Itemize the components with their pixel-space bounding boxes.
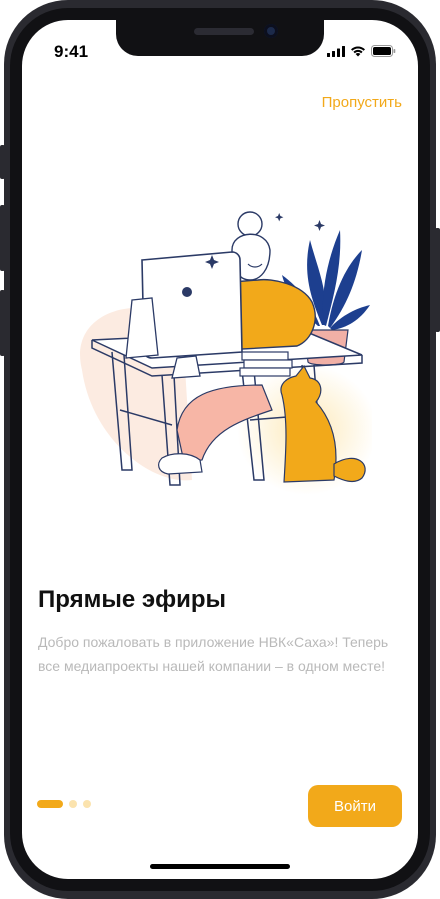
skip-button[interactable]: Пропустить <box>322 94 402 111</box>
front-camera <box>264 24 278 38</box>
notch <box>116 20 324 56</box>
wifi-icon <box>351 46 365 57</box>
power-button <box>435 228 440 332</box>
page-indicator <box>37 800 91 808</box>
volume-down-button <box>0 290 5 356</box>
signal-icon <box>327 45 345 57</box>
home-indicator[interactable] <box>150 864 290 869</box>
page-title: Прямые эфиры <box>38 586 227 613</box>
page-dot-3[interactable] <box>83 800 91 808</box>
battery-icon <box>371 45 396 57</box>
mute-switch <box>0 145 5 179</box>
page-dot-1[interactable] <box>37 800 63 808</box>
screen: 9:41 Пропустить Прямые эфиры Добро пожал… <box>22 20 418 879</box>
speaker-grille <box>194 28 254 35</box>
page-description: Добро пожаловать в приложение НВК«Саха»!… <box>38 634 389 674</box>
login-button[interactable]: Войти <box>308 785 402 827</box>
volume-up-button <box>0 205 5 271</box>
phone-device: 9:41 Пропустить Прямые эфиры Добро пожал… <box>0 0 440 899</box>
page-dot-2[interactable] <box>69 800 77 808</box>
onboarding-illustration <box>80 211 372 495</box>
status-time: 9:41 <box>54 42 89 61</box>
status-icons <box>327 45 396 57</box>
